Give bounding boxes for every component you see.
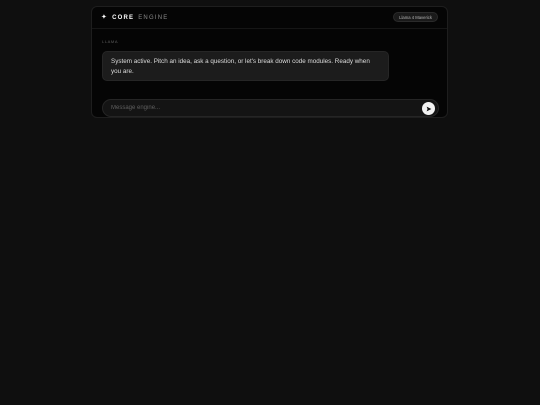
send-icon [426, 106, 431, 111]
brand-name-strong: CORE [112, 14, 135, 21]
sparkle-icon: ✦ [101, 14, 109, 21]
message-input[interactable] [111, 102, 411, 114]
brand-name-light: ENGINE [138, 14, 169, 21]
brand-logo: ✦ CORE ENGINE [101, 13, 168, 22]
send-button[interactable] [422, 102, 435, 115]
model-selector-badge[interactable]: Llama 4 Maverick [393, 12, 438, 22]
chat-header: ✦ CORE ENGINE Llama 4 Maverick [92, 7, 447, 29]
chat-panel: ✦ CORE ENGINE Llama 4 Maverick LLAMA Sys… [91, 6, 448, 118]
message-sender-label: LLAMA [102, 39, 119, 44]
message-composer [102, 99, 439, 117]
assistant-message-bubble: System active. Pitch an idea, ask a ques… [102, 51, 389, 81]
